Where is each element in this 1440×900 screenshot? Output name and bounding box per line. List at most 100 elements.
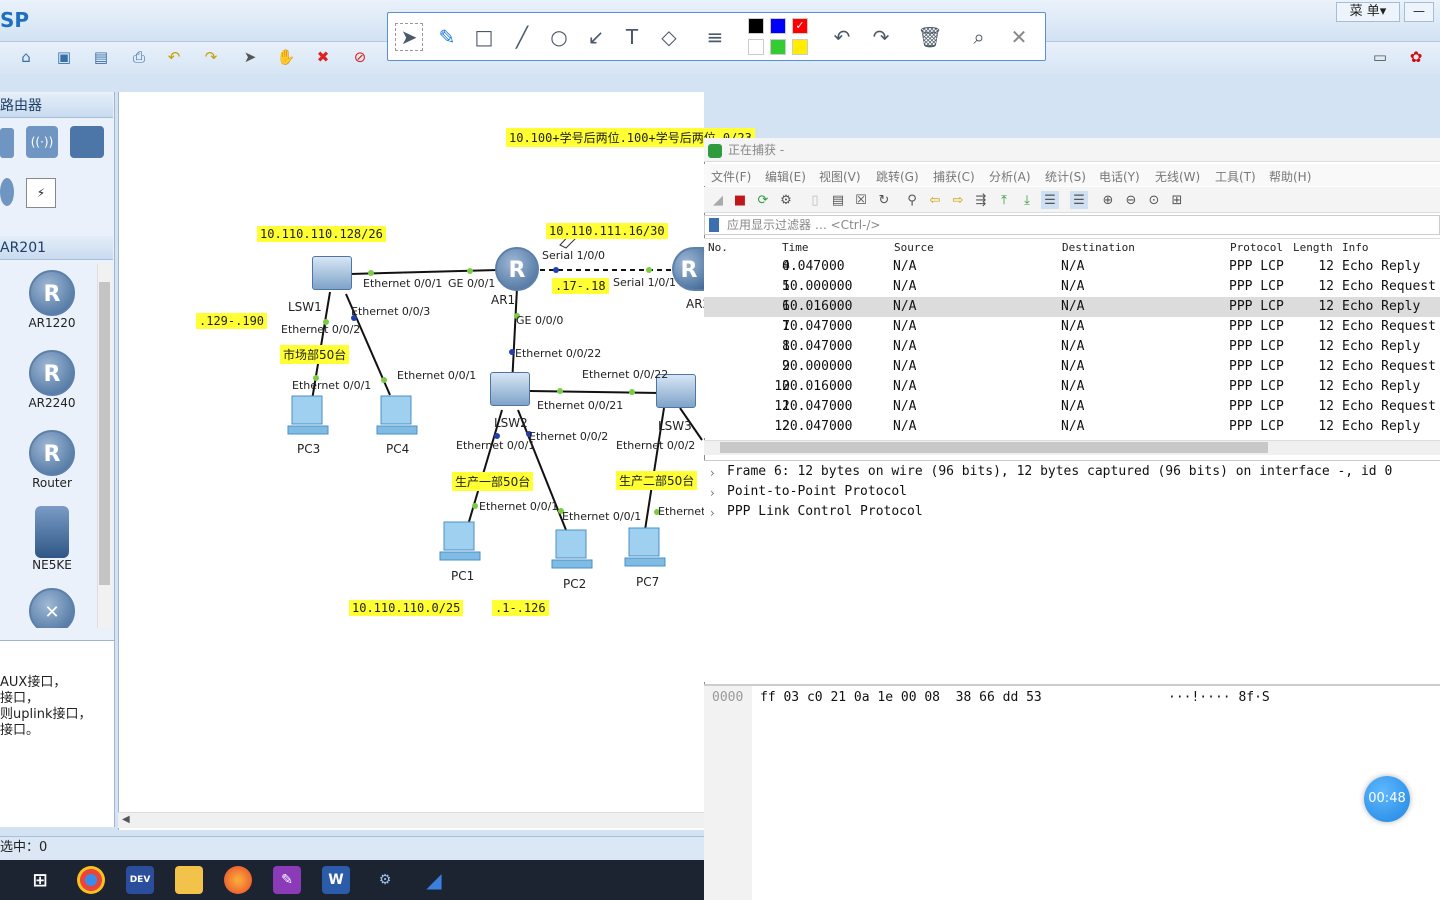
chat-icon[interactable]: ▭ bbox=[1368, 46, 1392, 68]
zoom-in-icon[interactable]: ⊕ bbox=[1099, 191, 1117, 209]
trash-icon[interactable]: 🗑 bbox=[916, 23, 944, 51]
dev-cpp-icon[interactable]: DEV bbox=[126, 866, 154, 894]
packet-row[interactable]: 4 0.047000 N/A N/A PPP LCP 12 Echo Reply bbox=[704, 257, 1440, 277]
close-file-icon[interactable]: ☒ bbox=[852, 191, 870, 209]
color-green-swatch[interactable] bbox=[770, 39, 786, 55]
column-source[interactable]: Source bbox=[894, 241, 934, 254]
router-ar1-icon[interactable]: R bbox=[495, 247, 539, 291]
column-length[interactable]: Length bbox=[1293, 241, 1333, 254]
colorize-icon[interactable]: ☰ bbox=[1070, 191, 1088, 209]
go-forward-icon[interactable]: ⇨ bbox=[949, 191, 967, 209]
packet-row[interactable]: 12 20.047000 N/A N/A PPP LCP 12 Echo Reply bbox=[704, 417, 1440, 437]
zoom-out-icon[interactable]: ⊖ bbox=[1122, 191, 1140, 209]
pc1-icon[interactable] bbox=[438, 518, 486, 566]
last-packet-icon[interactable]: ⤓ bbox=[1018, 191, 1036, 209]
pc4-icon[interactable] bbox=[375, 392, 423, 440]
bytes-ascii[interactable]: ···!···· 8f·S bbox=[1168, 690, 1270, 705]
expand-arrow-icon[interactable]: › bbox=[710, 486, 715, 500]
packet-row[interactable]: 9 20.000000 N/A N/A PPP LCP 12 Echo Request bbox=[704, 357, 1440, 377]
packet-row[interactable]: 5 10.000000 N/A N/A PPP LCP 12 Echo Request bbox=[704, 277, 1440, 297]
normal-size-icon[interactable]: ⊙ bbox=[1145, 191, 1163, 209]
reload-file-icon[interactable]: ↻ bbox=[875, 191, 893, 209]
scroll-left-arrow-icon[interactable]: ◀ bbox=[122, 814, 130, 825]
auto-scroll-icon[interactable]: ☰ bbox=[1041, 191, 1059, 209]
packet-row[interactable]: 7 10.047000 N/A N/A PPP LCP 12 Echo Request bbox=[704, 317, 1440, 337]
packet-row[interactable]: 8 10.047000 N/A N/A PPP LCP 12 Echo Reply bbox=[704, 337, 1440, 357]
restart-capture-icon[interactable]: ⟳ bbox=[754, 191, 772, 209]
display-filter-input[interactable]: 应用显示过滤器 … <Ctrl-/> bbox=[704, 215, 1440, 235]
go-to-packet-icon[interactable]: ⇶ bbox=[972, 191, 990, 209]
app-icon[interactable]: ✎ bbox=[273, 866, 301, 894]
first-packet-icon[interactable]: ⤒ bbox=[995, 191, 1013, 209]
column-time[interactable]: Time bbox=[782, 241, 809, 254]
switch-lsw1-icon[interactable] bbox=[312, 256, 352, 290]
canvas-horizontal-scrollbar[interactable] bbox=[118, 812, 704, 828]
stop-capture-icon[interactable]: ■ bbox=[731, 191, 749, 209]
recording-timer[interactable]: 00:48 bbox=[1364, 776, 1410, 822]
pc3-icon[interactable] bbox=[286, 392, 334, 440]
undo-icon[interactable]: ↶ bbox=[828, 23, 856, 51]
menu-capture[interactable]: 捕获(C) bbox=[933, 168, 975, 185]
menu-help[interactable]: 帮助(H) bbox=[1269, 168, 1311, 185]
scrollbar-thumb[interactable] bbox=[720, 442, 1268, 453]
column-destination[interactable]: Destination bbox=[1062, 241, 1135, 254]
line-width-icon[interactable]: ≡ bbox=[701, 23, 729, 51]
color-red-swatch[interactable]: ✓ bbox=[792, 18, 808, 34]
packet-row[interactable]: 6 10.016000 N/A N/A PPP LCP 12 Echo Reply bbox=[704, 297, 1440, 317]
redo-icon[interactable]: ↷ bbox=[867, 23, 895, 51]
packet-cell-info: Echo Reply bbox=[1342, 299, 1421, 314]
task-view-icon[interactable]: ⊞ bbox=[26, 866, 54, 894]
menu-analyze[interactable]: 分析(A) bbox=[989, 168, 1031, 185]
word-icon[interactable]: W bbox=[322, 866, 350, 894]
file-explorer-icon[interactable] bbox=[175, 866, 203, 894]
switch-lsw2-icon[interactable] bbox=[490, 372, 530, 406]
shark-fin-start-icon[interactable]: ◢ bbox=[709, 191, 727, 209]
packet-cell-src: N/A bbox=[893, 399, 917, 414]
resize-columns-icon[interactable]: ⊞ bbox=[1168, 191, 1186, 209]
packet-cell-info: Echo Request bbox=[1342, 319, 1436, 334]
packet-cell-info: Echo Request bbox=[1342, 399, 1436, 414]
column-protocol[interactable]: Protocol bbox=[1230, 241, 1283, 254]
port-label: Ethernet 0/0/1 bbox=[562, 510, 642, 523]
packet-cell-len: 12 bbox=[1318, 339, 1334, 354]
find-packet-icon[interactable]: ⚲ bbox=[903, 191, 921, 209]
bytes-hex[interactable]: ff 03 c0 21 0a 1e 00 08 38 66 dd 53 bbox=[760, 690, 1042, 705]
wireshark-icon[interactable]: ◢ bbox=[420, 866, 448, 894]
pc7-icon[interactable] bbox=[623, 524, 671, 572]
menu-tools[interactable]: 工具(T) bbox=[1215, 168, 1256, 185]
column-info[interactable]: Info bbox=[1342, 241, 1369, 254]
firefox-icon[interactable] bbox=[224, 866, 252, 894]
color-blue-swatch[interactable] bbox=[770, 18, 786, 34]
menu-statistics[interactable]: 统计(S) bbox=[1045, 168, 1086, 185]
packet-row[interactable]: 11 20.047000 N/A N/A PPP LCP 12 Echo Request bbox=[704, 397, 1440, 417]
menu-file[interactable]: 文件(F) bbox=[711, 168, 751, 185]
capture-options-icon[interactable]: ⚙ bbox=[777, 191, 795, 209]
menu-wireless[interactable]: 无线(W) bbox=[1155, 168, 1200, 185]
color-black-swatch[interactable] bbox=[748, 18, 764, 34]
zoom-icon[interactable]: ⌕ bbox=[965, 23, 993, 51]
expand-arrow-icon[interactable]: › bbox=[710, 506, 715, 520]
detail-ppp[interactable]: Point-to-Point Protocol bbox=[727, 484, 907, 499]
chrome-icon[interactable] bbox=[77, 866, 105, 894]
main-menu-button[interactable]: 菜 单▾ bbox=[1336, 2, 1400, 22]
color-yellow-swatch[interactable] bbox=[792, 39, 808, 55]
pc2-icon[interactable] bbox=[550, 526, 598, 574]
detail-lcp[interactable]: PPP Link Control Protocol bbox=[727, 504, 923, 519]
color-white-swatch[interactable] bbox=[748, 39, 764, 55]
close-icon[interactable]: ✕ bbox=[1005, 23, 1033, 51]
menu-go[interactable]: 跳转(G) bbox=[876, 168, 919, 185]
menu-edit[interactable]: 编辑(E) bbox=[765, 168, 806, 185]
minimize-button[interactable]: — bbox=[1404, 2, 1434, 22]
go-back-icon[interactable]: ⇦ bbox=[926, 191, 944, 209]
packet-row[interactable]: 10 20.016000 N/A N/A PPP LCP 12 Echo Reply bbox=[704, 377, 1440, 397]
network-app-icon[interactable]: ⚙ bbox=[371, 866, 399, 894]
expand-arrow-icon[interactable]: › bbox=[710, 466, 715, 480]
save-file-icon[interactable]: ▤ bbox=[829, 191, 847, 209]
detail-frame[interactable]: Frame 6: 12 bytes on wire (96 bits), 12 … bbox=[727, 464, 1392, 479]
open-file-icon[interactable]: ▯ bbox=[806, 191, 824, 209]
menu-view[interactable]: 视图(V) bbox=[819, 168, 861, 185]
column-no[interactable]: No. bbox=[708, 241, 728, 254]
menu-telephony[interactable]: 电话(Y) bbox=[1099, 168, 1140, 185]
bookmark-icon[interactable] bbox=[709, 218, 719, 232]
packet-cell-len: 12 bbox=[1318, 259, 1334, 274]
